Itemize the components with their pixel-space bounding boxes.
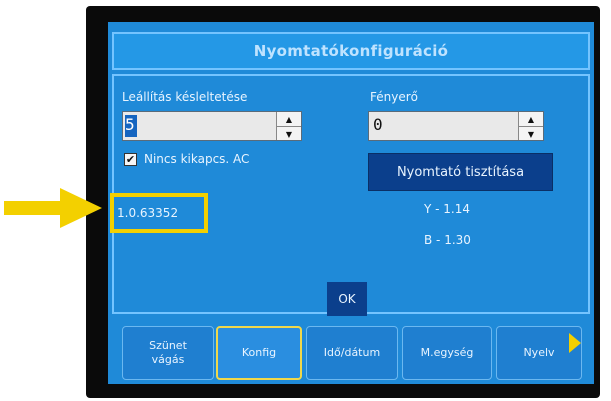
no-shutdown-ac-checkbox[interactable]: ✔ xyxy=(124,153,137,166)
tab-units[interactable]: M.egység xyxy=(402,326,492,380)
scroll-right-icon[interactable] xyxy=(569,333,581,353)
brightness-value: 0 xyxy=(373,115,383,134)
checkmark-icon: ✔ xyxy=(125,153,136,166)
brightness-spinner[interactable]: 0 ▲ ▼ xyxy=(368,111,544,141)
chevron-up-icon[interactable]: ▲ xyxy=(519,112,543,127)
shutdown-delay-spinner[interactable]: 5 ▲ ▼ xyxy=(122,111,302,141)
dialog-title: Nyomtatókonfiguráció xyxy=(112,32,590,70)
shutdown-delay-value: 5 xyxy=(125,115,135,134)
bottom-tab-bar: Szünet vágás Konfig Idő/dátum M.egység Ny… xyxy=(112,326,590,382)
arrow-right-icon xyxy=(4,188,102,228)
chevron-down-icon[interactable]: ▼ xyxy=(277,127,301,141)
tab-time-date[interactable]: Idő/dátum xyxy=(306,326,398,380)
tab-label: vágás xyxy=(151,353,185,366)
tab-config[interactable]: Konfig xyxy=(216,326,302,380)
tab-label: Nyelv xyxy=(523,346,555,359)
ok-button[interactable]: OK xyxy=(327,282,367,316)
shutdown-delay-label: Leállítás késleltetése xyxy=(122,90,248,104)
brightness-label: Fényerő xyxy=(370,90,418,104)
b-value: B - 1.30 xyxy=(424,233,471,247)
tab-label: Szünet xyxy=(149,339,187,352)
y-value: Y - 1.14 xyxy=(424,202,471,216)
chevron-up-icon[interactable]: ▲ xyxy=(277,112,301,127)
firmware-version: 1.0.63352 xyxy=(117,206,179,220)
no-shutdown-ac-label: Nincs kikapcs. AC xyxy=(144,152,250,166)
shutdown-delay-value-selection: 5 xyxy=(125,115,137,137)
chevron-down-icon[interactable]: ▼ xyxy=(519,127,543,141)
tab-pause-cut[interactable]: Szünet vágás xyxy=(122,326,214,380)
tab-label: M.egység xyxy=(420,346,474,359)
tab-label: Konfig xyxy=(241,346,277,359)
clean-printer-button[interactable]: Nyomtató tisztítása xyxy=(368,153,553,191)
tab-label: Idő/dátum xyxy=(323,346,381,359)
brightness-stepper[interactable]: ▲ ▼ xyxy=(518,112,543,140)
shutdown-delay-stepper[interactable]: ▲ ▼ xyxy=(276,112,301,140)
